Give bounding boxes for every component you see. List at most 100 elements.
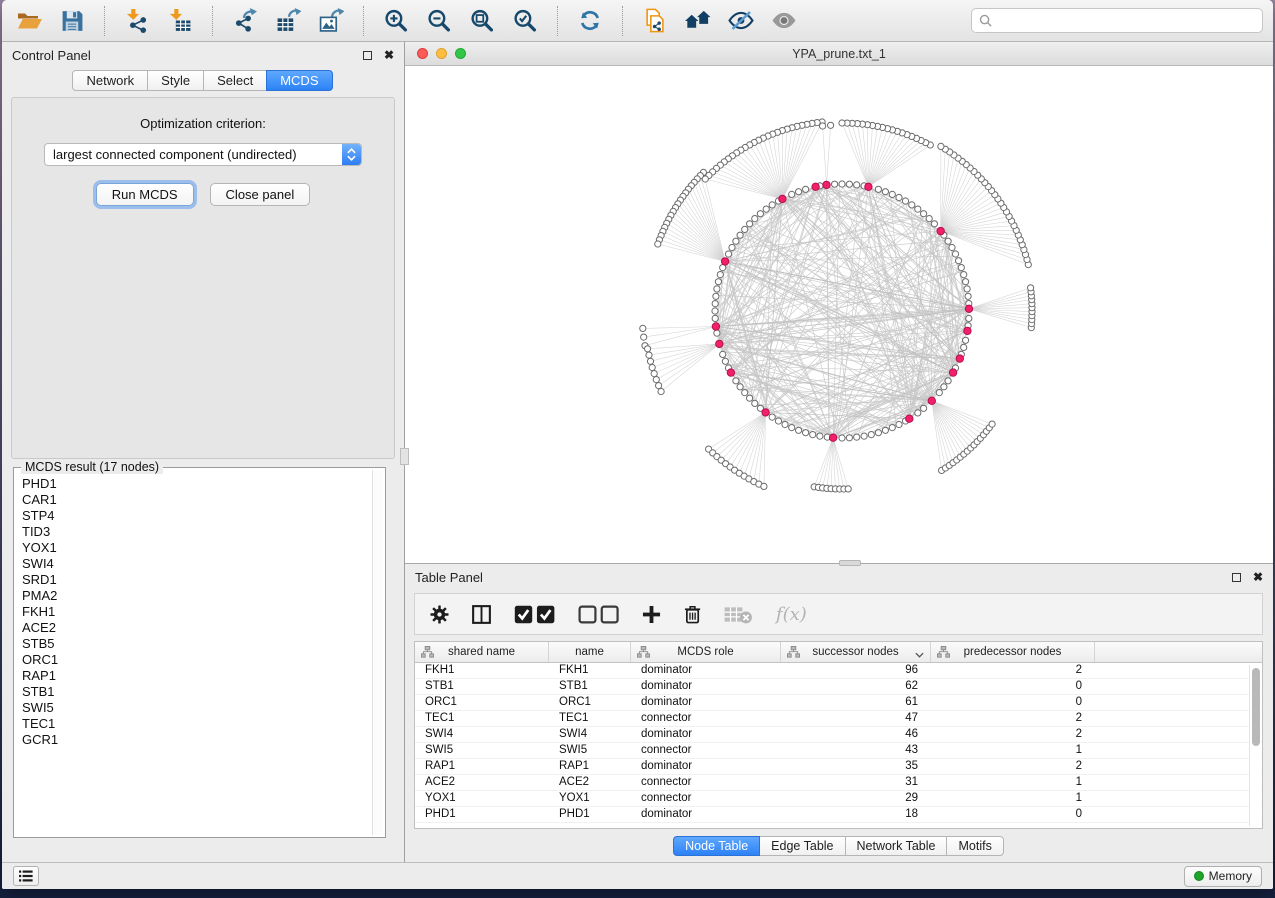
mcds-result-item[interactable]: CAR1 <box>22 492 372 508</box>
deselect-all-button[interactable] <box>578 602 619 626</box>
mcds-result-item[interactable]: PHD1 <box>22 476 372 492</box>
mcds-result-item[interactable]: STB1 <box>22 684 372 700</box>
table-tabs: Node TableEdge TableNetwork TableMotifs <box>405 836 1273 856</box>
table-panel: Table Panel ✖ f(x) shared namenameMCDS r… <box>405 563 1273 862</box>
mcds-result-item[interactable]: SWI5 <box>22 700 372 716</box>
table-row[interactable]: STB1STB1dominator620 <box>415 679 1262 695</box>
close-table-panel-icon[interactable]: ✖ <box>1253 571 1263 583</box>
table-cell: 47 <box>781 711 931 726</box>
column-header-mcds-role[interactable]: MCDS role <box>631 642 781 662</box>
table-scrollbar[interactable] <box>1249 665 1261 826</box>
table-cell: connector <box>631 791 781 806</box>
table-cell: SWI4 <box>549 727 631 742</box>
mcds-result-item[interactable]: STB5 <box>22 636 372 652</box>
status-bar: Memory <box>2 862 1273 889</box>
result-scrollbar[interactable] <box>372 470 383 835</box>
delete-entry-button[interactable] <box>684 602 701 626</box>
zoom-in-button[interactable] <box>379 5 413 37</box>
table-header-row: shared namenameMCDS rolesuccessor nodesp… <box>415 642 1262 663</box>
float-panel-icon[interactable] <box>363 51 372 60</box>
tab-select[interactable]: Select <box>203 70 267 91</box>
first-neighbors-button[interactable] <box>681 5 715 37</box>
zoom-out-button[interactable] <box>422 5 456 37</box>
open-file-button[interactable] <box>12 5 46 37</box>
mcds-result-item[interactable]: ACE2 <box>22 620 372 636</box>
table-cell: 0 <box>931 695 1095 710</box>
mcds-result-item[interactable]: PMA2 <box>22 588 372 604</box>
export-image-button[interactable] <box>314 5 348 37</box>
toolbar-separator <box>557 6 558 36</box>
mcds-result-item[interactable]: STP4 <box>22 508 372 524</box>
table-row[interactable]: RAP1RAP1dominator352 <box>415 759 1262 775</box>
zoom-fit-button[interactable] <box>465 5 499 37</box>
close-panel-button[interactable]: Close panel <box>210 183 311 206</box>
tab-edge-table[interactable]: Edge Table <box>759 836 845 856</box>
close-panel-icon[interactable]: ✖ <box>384 49 394 61</box>
mcds-result-item[interactable]: RAP1 <box>22 668 372 684</box>
new-network-from-selection-button[interactable] <box>638 5 672 37</box>
export-network-button[interactable] <box>228 5 262 37</box>
tab-network-table[interactable]: Network Table <box>845 836 948 856</box>
import-table-button[interactable] <box>163 5 197 37</box>
mcds-result-item[interactable]: TEC1 <box>22 716 372 732</box>
table-row[interactable]: YOX1YOX1connector291 <box>415 791 1262 807</box>
table-row[interactable]: SWI5SWI5connector431 <box>415 743 1262 759</box>
table-row[interactable]: ACE2ACE2connector311 <box>415 775 1262 791</box>
table-row[interactable]: FKH1FKH1dominator962 <box>415 663 1262 679</box>
column-header-successor-nodes[interactable]: successor nodes <box>781 642 931 662</box>
mcds-result-item[interactable]: TID3 <box>22 524 372 540</box>
show-columns-button[interactable] <box>472 602 491 626</box>
gear-icon <box>430 605 449 624</box>
table-row[interactable]: ORC1ORC1dominator610 <box>415 695 1262 711</box>
network-titlebar: YPA_prune.txt_1 <box>405 42 1273 66</box>
table-cell: 31 <box>781 775 931 790</box>
column-header-predecessor-nodes[interactable]: predecessor nodes <box>931 642 1095 662</box>
mcds-result-item[interactable]: ORC1 <box>22 652 372 668</box>
table-splitter-grip[interactable] <box>839 560 861 566</box>
table-cell: TEC1 <box>415 711 549 726</box>
export-table-button[interactable] <box>271 5 305 37</box>
save-session-button[interactable] <box>55 5 89 37</box>
mcds-result-list[interactable]: PHD1CAR1STP4TID3YOX1SWI4SRD1PMA2FKH1ACE2… <box>16 473 372 835</box>
table-row[interactable]: TEC1TEC1connector472 <box>415 711 1262 727</box>
table-cell: 0 <box>931 679 1095 694</box>
run-mcds-button[interactable]: Run MCDS <box>96 183 194 206</box>
import-network-button[interactable] <box>120 5 154 37</box>
table-cell: 18 <box>781 807 931 822</box>
table-row[interactable]: SWI4SWI4dominator462 <box>415 727 1262 743</box>
table-settings-button[interactable] <box>430 602 449 626</box>
mcds-result-item[interactable]: FKH1 <box>22 604 372 620</box>
memory-button[interactable]: Memory <box>1184 866 1262 887</box>
mcds-panel: Optimization criterion: largest connecte… <box>11 97 395 459</box>
search-icon <box>979 14 992 27</box>
tab-mcds[interactable]: MCDS <box>266 70 332 91</box>
tab-style[interactable]: Style <box>147 70 204 91</box>
column-header-shared-name[interactable]: shared name <box>415 642 549 662</box>
show-all-button[interactable] <box>767 5 801 37</box>
table-row[interactable]: PHD1PHD1dominator180 <box>415 807 1262 823</box>
criterion-dropdown[interactable]: largest connected component (undirected) <box>44 143 362 166</box>
mcds-result-item[interactable]: SWI4 <box>22 556 372 572</box>
select-all-button[interactable] <box>514 602 555 626</box>
hide-selected-button[interactable] <box>724 5 758 37</box>
add-entry-button[interactable] <box>642 602 661 626</box>
tab-node-table[interactable]: Node Table <box>673 836 760 856</box>
panel-splitter-grip[interactable] <box>400 448 409 465</box>
table-cell: SWI5 <box>549 743 631 758</box>
mcds-result-item[interactable]: YOX1 <box>22 540 372 556</box>
table-cell: YOX1 <box>415 791 549 806</box>
mcds-result-item[interactable]: SRD1 <box>22 572 372 588</box>
table-scrollbar-thumb[interactable] <box>1252 668 1260 746</box>
refresh-layout-button[interactable] <box>573 5 607 37</box>
task-history-button[interactable] <box>13 866 39 886</box>
search-input[interactable] <box>997 13 1255 28</box>
network-graph[interactable] <box>405 66 1271 563</box>
column-header-name[interactable]: name <box>549 642 631 662</box>
zoom-selected-button[interactable] <box>508 5 542 37</box>
tab-network[interactable]: Network <box>72 70 148 91</box>
network-canvas[interactable] <box>405 66 1273 563</box>
unchecked-boxes-icon <box>578 605 619 624</box>
float-table-panel-icon[interactable] <box>1232 573 1241 582</box>
tab-motifs[interactable]: Motifs <box>946 836 1003 856</box>
mcds-result-item[interactable]: GCR1 <box>22 732 372 748</box>
